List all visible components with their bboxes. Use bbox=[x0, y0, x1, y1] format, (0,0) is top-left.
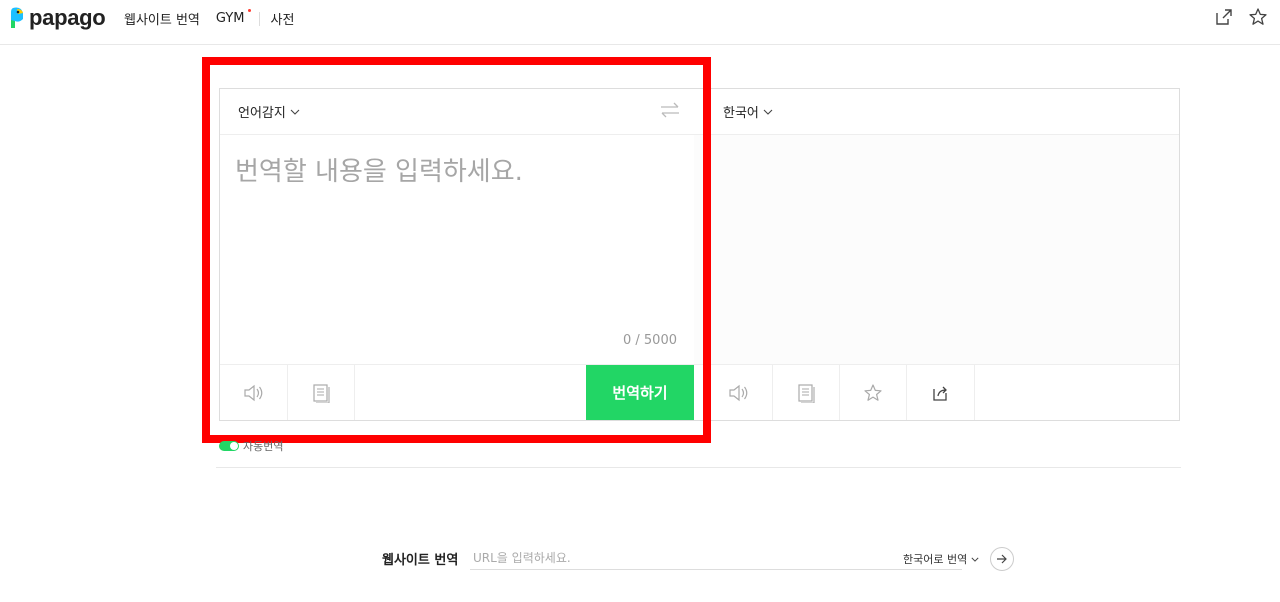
swap-languages-icon[interactable] bbox=[660, 101, 680, 119]
website-translate-label: 웹사이트 번역 bbox=[382, 553, 459, 568]
papago-logo[interactable]: papago bbox=[9, 5, 106, 31]
source-panel: 언어감지 0 / 5000 번역하기 bbox=[219, 88, 695, 421]
target-panel-header: 한국어 bbox=[694, 89, 1179, 135]
nav-website-translate[interactable]: 웹사이트 번역 bbox=[124, 9, 200, 28]
source-text-input[interactable] bbox=[235, 151, 675, 311]
target-panel-footer bbox=[694, 364, 1179, 420]
document-icon bbox=[312, 383, 330, 403]
target-language-label: 한국어 bbox=[723, 106, 759, 121]
toggle-switch[interactable] bbox=[219, 441, 239, 451]
nav-dictionary[interactable]: 사전 bbox=[271, 9, 295, 28]
speaker-icon bbox=[728, 384, 747, 401]
arrow-right-icon bbox=[997, 554, 1007, 564]
website-translate-row: 웹사이트 번역 한국어로 번역 bbox=[382, 547, 1022, 571]
share-result-button[interactable] bbox=[907, 365, 975, 420]
new-badge-dot bbox=[247, 9, 251, 12]
share-icon[interactable] bbox=[1214, 7, 1234, 27]
main-nav: 웹사이트 번역 GYM 사전 bbox=[124, 9, 294, 28]
top-header: papago 웹사이트 번역 GYM 사전 bbox=[0, 0, 1280, 45]
logo-text: papago bbox=[29, 5, 106, 30]
star-icon[interactable] bbox=[1248, 7, 1268, 27]
star-icon bbox=[863, 383, 882, 401]
parrot-logo-icon bbox=[11, 7, 23, 28]
website-target-language-select[interactable]: 한국어로 번역 bbox=[903, 551, 979, 567]
auto-translate-label: 자동번역 bbox=[243, 440, 284, 453]
target-language-select[interactable]: 한국어 bbox=[723, 102, 773, 121]
website-target-language-label: 한국어로 번역 bbox=[903, 553, 968, 566]
source-panel-header: 언어감지 bbox=[220, 89, 694, 135]
url-input[interactable] bbox=[470, 547, 962, 570]
speaker-icon bbox=[243, 384, 262, 401]
favorite-button[interactable] bbox=[839, 365, 907, 420]
go-button[interactable] bbox=[990, 547, 1014, 571]
target-panel: 한국어 bbox=[694, 88, 1180, 421]
source-panel-footer: 번역하기 bbox=[220, 364, 694, 420]
auto-translate-toggle[interactable]: 자동번역 bbox=[219, 438, 283, 454]
source-language-label: 언어감지 bbox=[238, 106, 286, 121]
translate-button[interactable]: 번역하기 bbox=[586, 365, 694, 420]
section-divider bbox=[216, 467, 1181, 468]
handwriting-source-button[interactable] bbox=[287, 365, 355, 420]
share-icon bbox=[932, 386, 947, 401]
source-language-select[interactable]: 언어감지 bbox=[238, 102, 300, 121]
character-counter: 0 / 5000 bbox=[623, 333, 677, 348]
document-icon bbox=[797, 383, 815, 403]
listen-target-button[interactable] bbox=[705, 365, 773, 420]
chevron-down-icon bbox=[763, 109, 773, 115]
nav-gym[interactable]: GYM bbox=[215, 9, 251, 26]
nav-separator bbox=[258, 11, 260, 26]
listen-source-button[interactable] bbox=[220, 365, 288, 420]
nav-gym-label: GYM bbox=[215, 11, 245, 26]
copy-target-button[interactable] bbox=[772, 365, 840, 420]
chevron-down-icon bbox=[290, 109, 300, 115]
chevron-down-icon bbox=[971, 557, 979, 562]
